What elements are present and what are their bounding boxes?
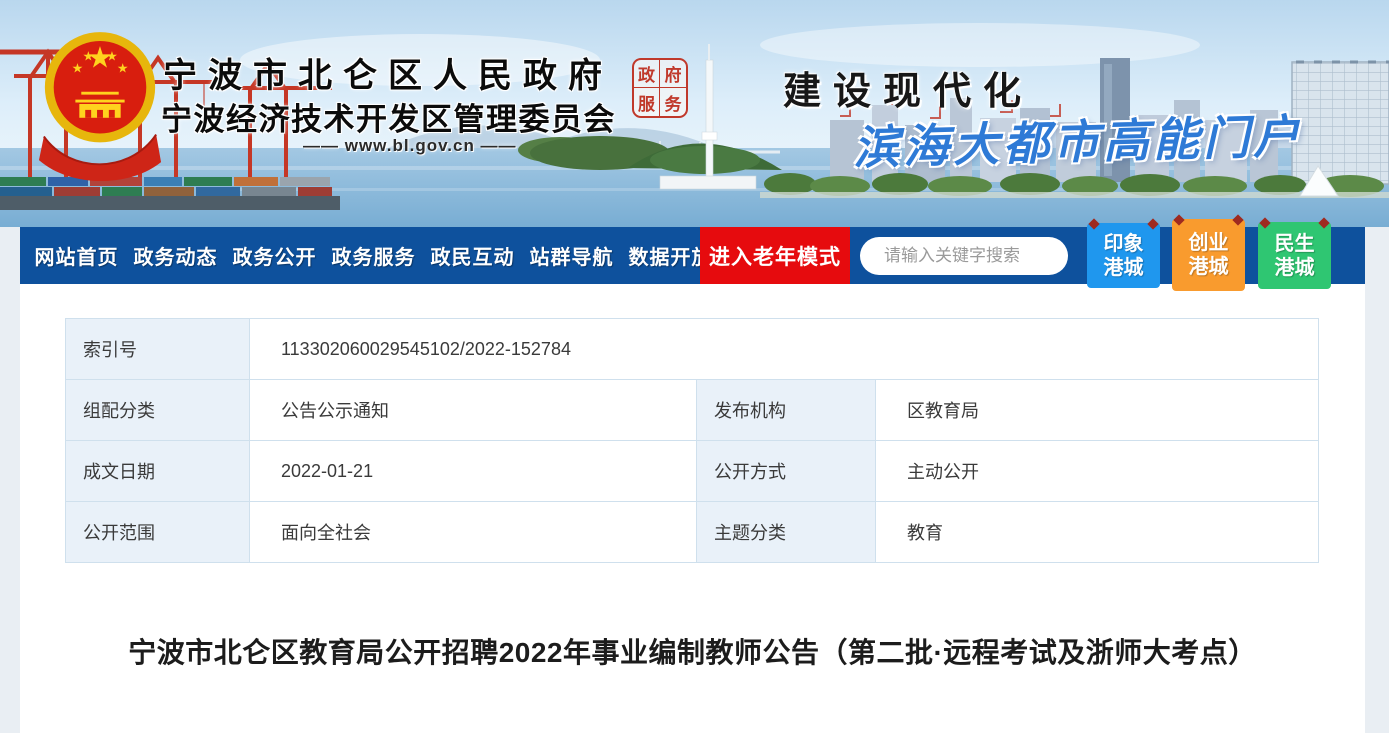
search-input[interactable] <box>860 246 1109 266</box>
meta-value-method: 主动公开 <box>875 440 1319 502</box>
quick-link-entrepreneurship-city[interactable]: 创业 港城 <box>1172 219 1245 291</box>
meta-label-method: 公开方式 <box>696 440 876 502</box>
meta-value-scope: 面向全社会 <box>249 501 697 563</box>
svg-text:★: ★ <box>117 60 128 75</box>
quick-link-livelihood-city[interactable]: 民生 港城 <box>1258 222 1331 289</box>
svg-text:★: ★ <box>72 60 83 75</box>
meta-label-date: 成文日期 <box>65 440 250 502</box>
quick-link-impression-city[interactable]: 印象 港城 <box>1087 223 1160 288</box>
table-row: 组配分类 公告公示通知 发布机构 区教育局 <box>65 379 1319 441</box>
meta-value-publisher: 区教育局 <box>875 379 1319 441</box>
meta-label-scope: 公开范围 <box>65 501 250 563</box>
svg-text:★: ★ <box>106 49 117 64</box>
meta-label-category: 组配分类 <box>65 379 250 441</box>
quick-link-label: 印象 <box>1103 232 1144 255</box>
meta-value-date: 2022-01-21 <box>249 440 697 502</box>
nav-item-gov-info[interactable]: 政务公开 <box>225 241 324 270</box>
meta-label-publisher: 发布机构 <box>696 379 876 441</box>
table-row: 成文日期 2022-01-21 公开方式 主动公开 <box>65 440 1319 502</box>
seal-char: 政 <box>634 60 660 88</box>
quick-link-label: 民生 <box>1274 232 1315 255</box>
nav-item-site-group-nav[interactable]: 站群导航 <box>522 241 621 270</box>
seal-char: 服 <box>634 88 660 116</box>
quick-link-label: 港城 <box>1274 256 1315 279</box>
table-row: 公开范围 面向全社会 主题分类 教育 <box>65 501 1319 563</box>
nav-item-home[interactable]: 网站首页 <box>27 241 126 270</box>
quick-link-label: 港城 <box>1188 256 1229 278</box>
nav-items: 网站首页 政务动态 政务公开 政务服务 政民互动 站群导航 数据开放 <box>27 227 720 284</box>
meta-label-index-number: 索引号 <box>65 318 250 380</box>
meta-label-topic: 主题分类 <box>696 501 876 563</box>
meta-value-topic: 教育 <box>875 501 1319 563</box>
search-box <box>860 237 1136 275</box>
page-title: 宁波市北仑区教育局公开招聘2022年事业编制教师公告（第二批·远程考试及浙师大考… <box>128 637 1257 668</box>
site-title-line2: 宁波经济技术开发区管理委员会 <box>161 102 616 137</box>
gov-service-seal-icon: 政 府 服 务 <box>632 58 688 118</box>
site-banner: ★ ★ ★ ★ ★ 宁波市北仑区人民政府 宁波经济技术开发区管理委员会 —— w… <box>0 0 1389 227</box>
quick-link-label: 港城 <box>1103 256 1144 279</box>
nav-item-gov-services[interactable]: 政务服务 <box>324 241 423 270</box>
site-url: —— www.bl.gov.cn —— <box>303 136 517 155</box>
metadata-table: 索引号 113302060029545102/2022-152784 组配分类 … <box>65 318 1319 563</box>
meta-value-category: 公告公示通知 <box>249 379 697 441</box>
table-row: 索引号 113302060029545102/2022-152784 <box>65 318 1319 380</box>
quick-link-label: 创业 <box>1188 232 1229 254</box>
nav-item-public-interaction[interactable]: 政民互动 <box>423 241 522 270</box>
national-emblem-icon: ★ ★ ★ ★ ★ <box>36 26 164 182</box>
svg-text:★: ★ <box>82 49 93 64</box>
meta-value-index-number: 113302060029545102/2022-152784 <box>249 318 1319 380</box>
seal-char: 府 <box>660 60 686 88</box>
banner-slogan-line1: 建设现代化 <box>783 71 1034 113</box>
site-title-line1: 宁波市北仑区人民政府 <box>163 57 613 95</box>
elderly-mode-button[interactable]: 进入老年模式 <box>700 227 850 284</box>
main-nav: 网站首页 政务动态 政务公开 政务服务 政民互动 站群导航 数据开放 进入老年模… <box>20 227 1365 284</box>
banner-slogan-line2: 滨海大都市高能门户 <box>852 110 1304 174</box>
nav-item-gov-news[interactable]: 政务动态 <box>126 241 225 270</box>
content-area: 索引号 113302060029545102/2022-152784 组配分类 … <box>20 284 1365 733</box>
seal-char: 务 <box>664 94 682 114</box>
